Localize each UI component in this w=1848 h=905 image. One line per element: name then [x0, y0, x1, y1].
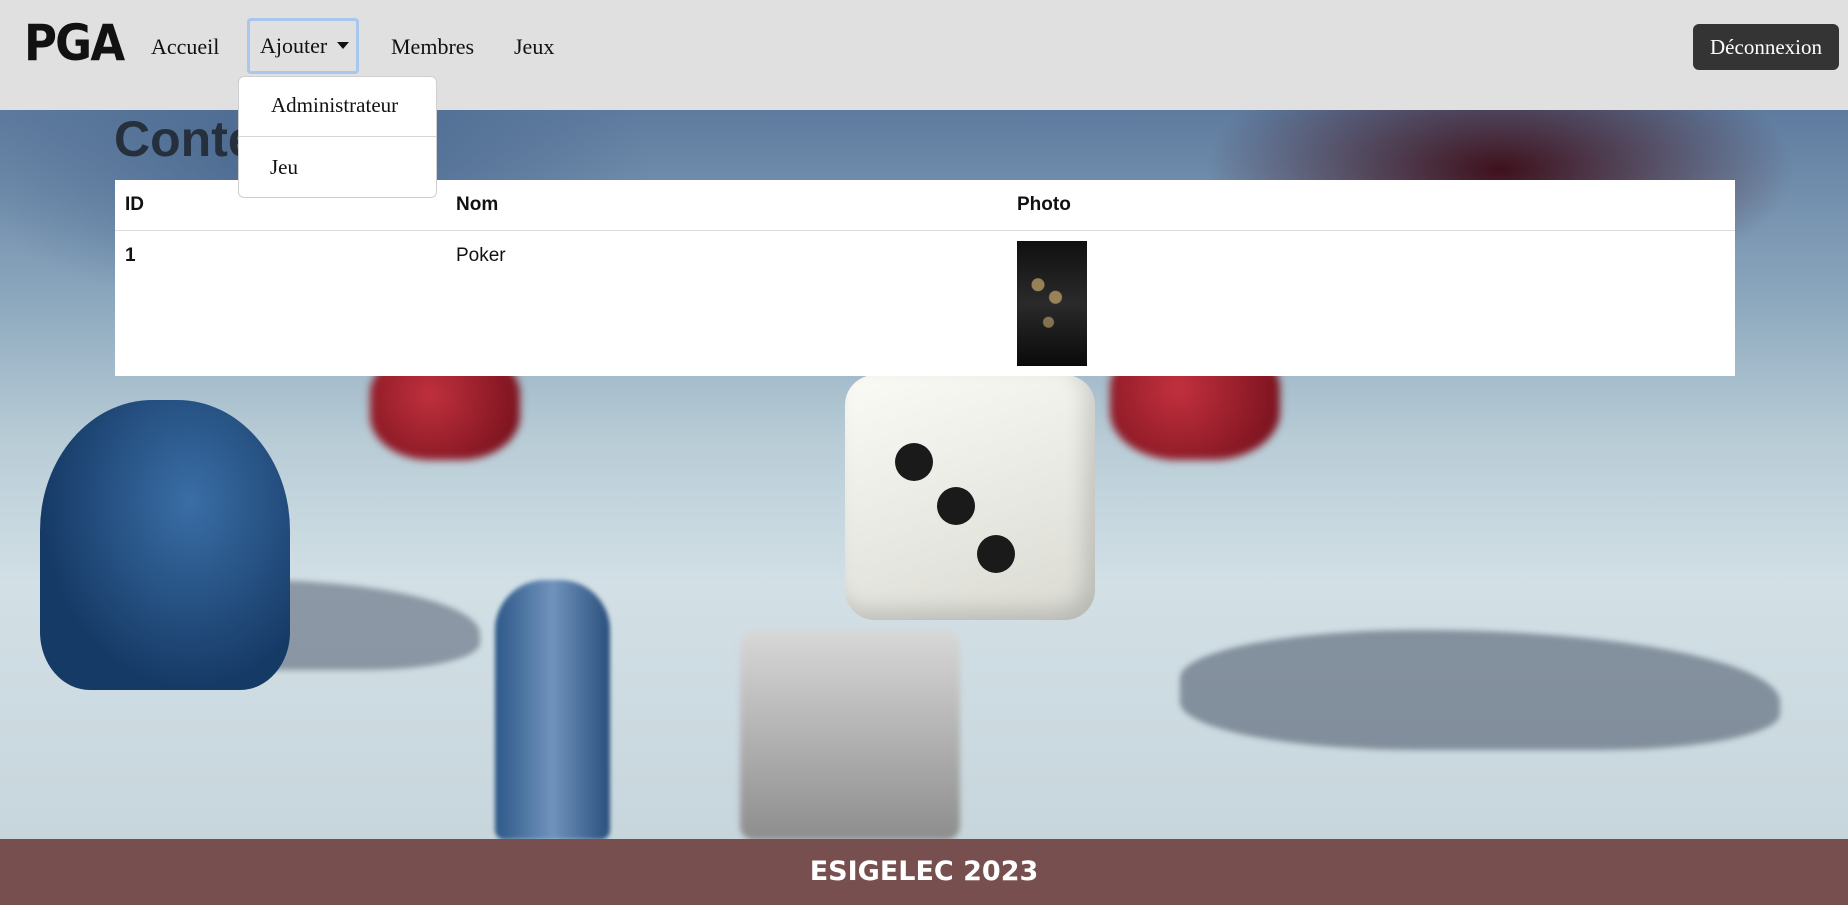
nav-membres[interactable]: Membres	[391, 26, 474, 68]
cell-photo	[1007, 230, 1735, 376]
caret-down-icon	[337, 42, 350, 49]
nav-ajouter-dropdown-toggle[interactable]: Ajouter	[247, 18, 359, 74]
dropdown-item-jeu[interactable]: Jeu	[270, 155, 298, 180]
nav-jeux[interactable]: Jeux	[514, 26, 554, 68]
dice-pip	[895, 443, 933, 481]
footer-text: ESIGELEC 2023	[809, 856, 1039, 887]
dice-pip	[977, 535, 1015, 573]
board-cow-image	[1180, 630, 1780, 750]
footer: ESIGELEC 2023	[0, 839, 1848, 905]
dice-pip	[937, 487, 975, 525]
table-row: 1 Poker	[115, 230, 1735, 376]
column-header-nom: Nom	[446, 180, 1007, 231]
blue-cylinder-image	[495, 580, 610, 840]
dropdown-item-administrateur[interactable]: Administrateur	[271, 93, 398, 118]
dice-image	[845, 375, 1095, 620]
grey-cube-image	[740, 630, 960, 840]
logout-button[interactable]: Déconnexion	[1693, 24, 1839, 70]
nav-ajouter-label: Ajouter	[260, 33, 328, 58]
column-header-photo: Photo	[1007, 180, 1735, 231]
brand-logo[interactable]: PGA	[24, 18, 125, 68]
games-table-container: ID Nom Photo 1 Poker	[115, 180, 1735, 376]
ajouter-dropdown-menu: Administrateur Jeu	[238, 76, 437, 198]
games-table: ID Nom Photo 1 Poker	[115, 180, 1735, 376]
cell-nom: Poker	[456, 244, 506, 266]
page-title: Conte	[114, 111, 256, 167]
dropdown-divider	[239, 136, 436, 137]
cell-id: 1	[125, 244, 136, 266]
blue-meeple-image	[40, 400, 290, 690]
game-photo-thumbnail	[1017, 240, 1087, 366]
nav-accueil[interactable]: Accueil	[151, 26, 219, 68]
